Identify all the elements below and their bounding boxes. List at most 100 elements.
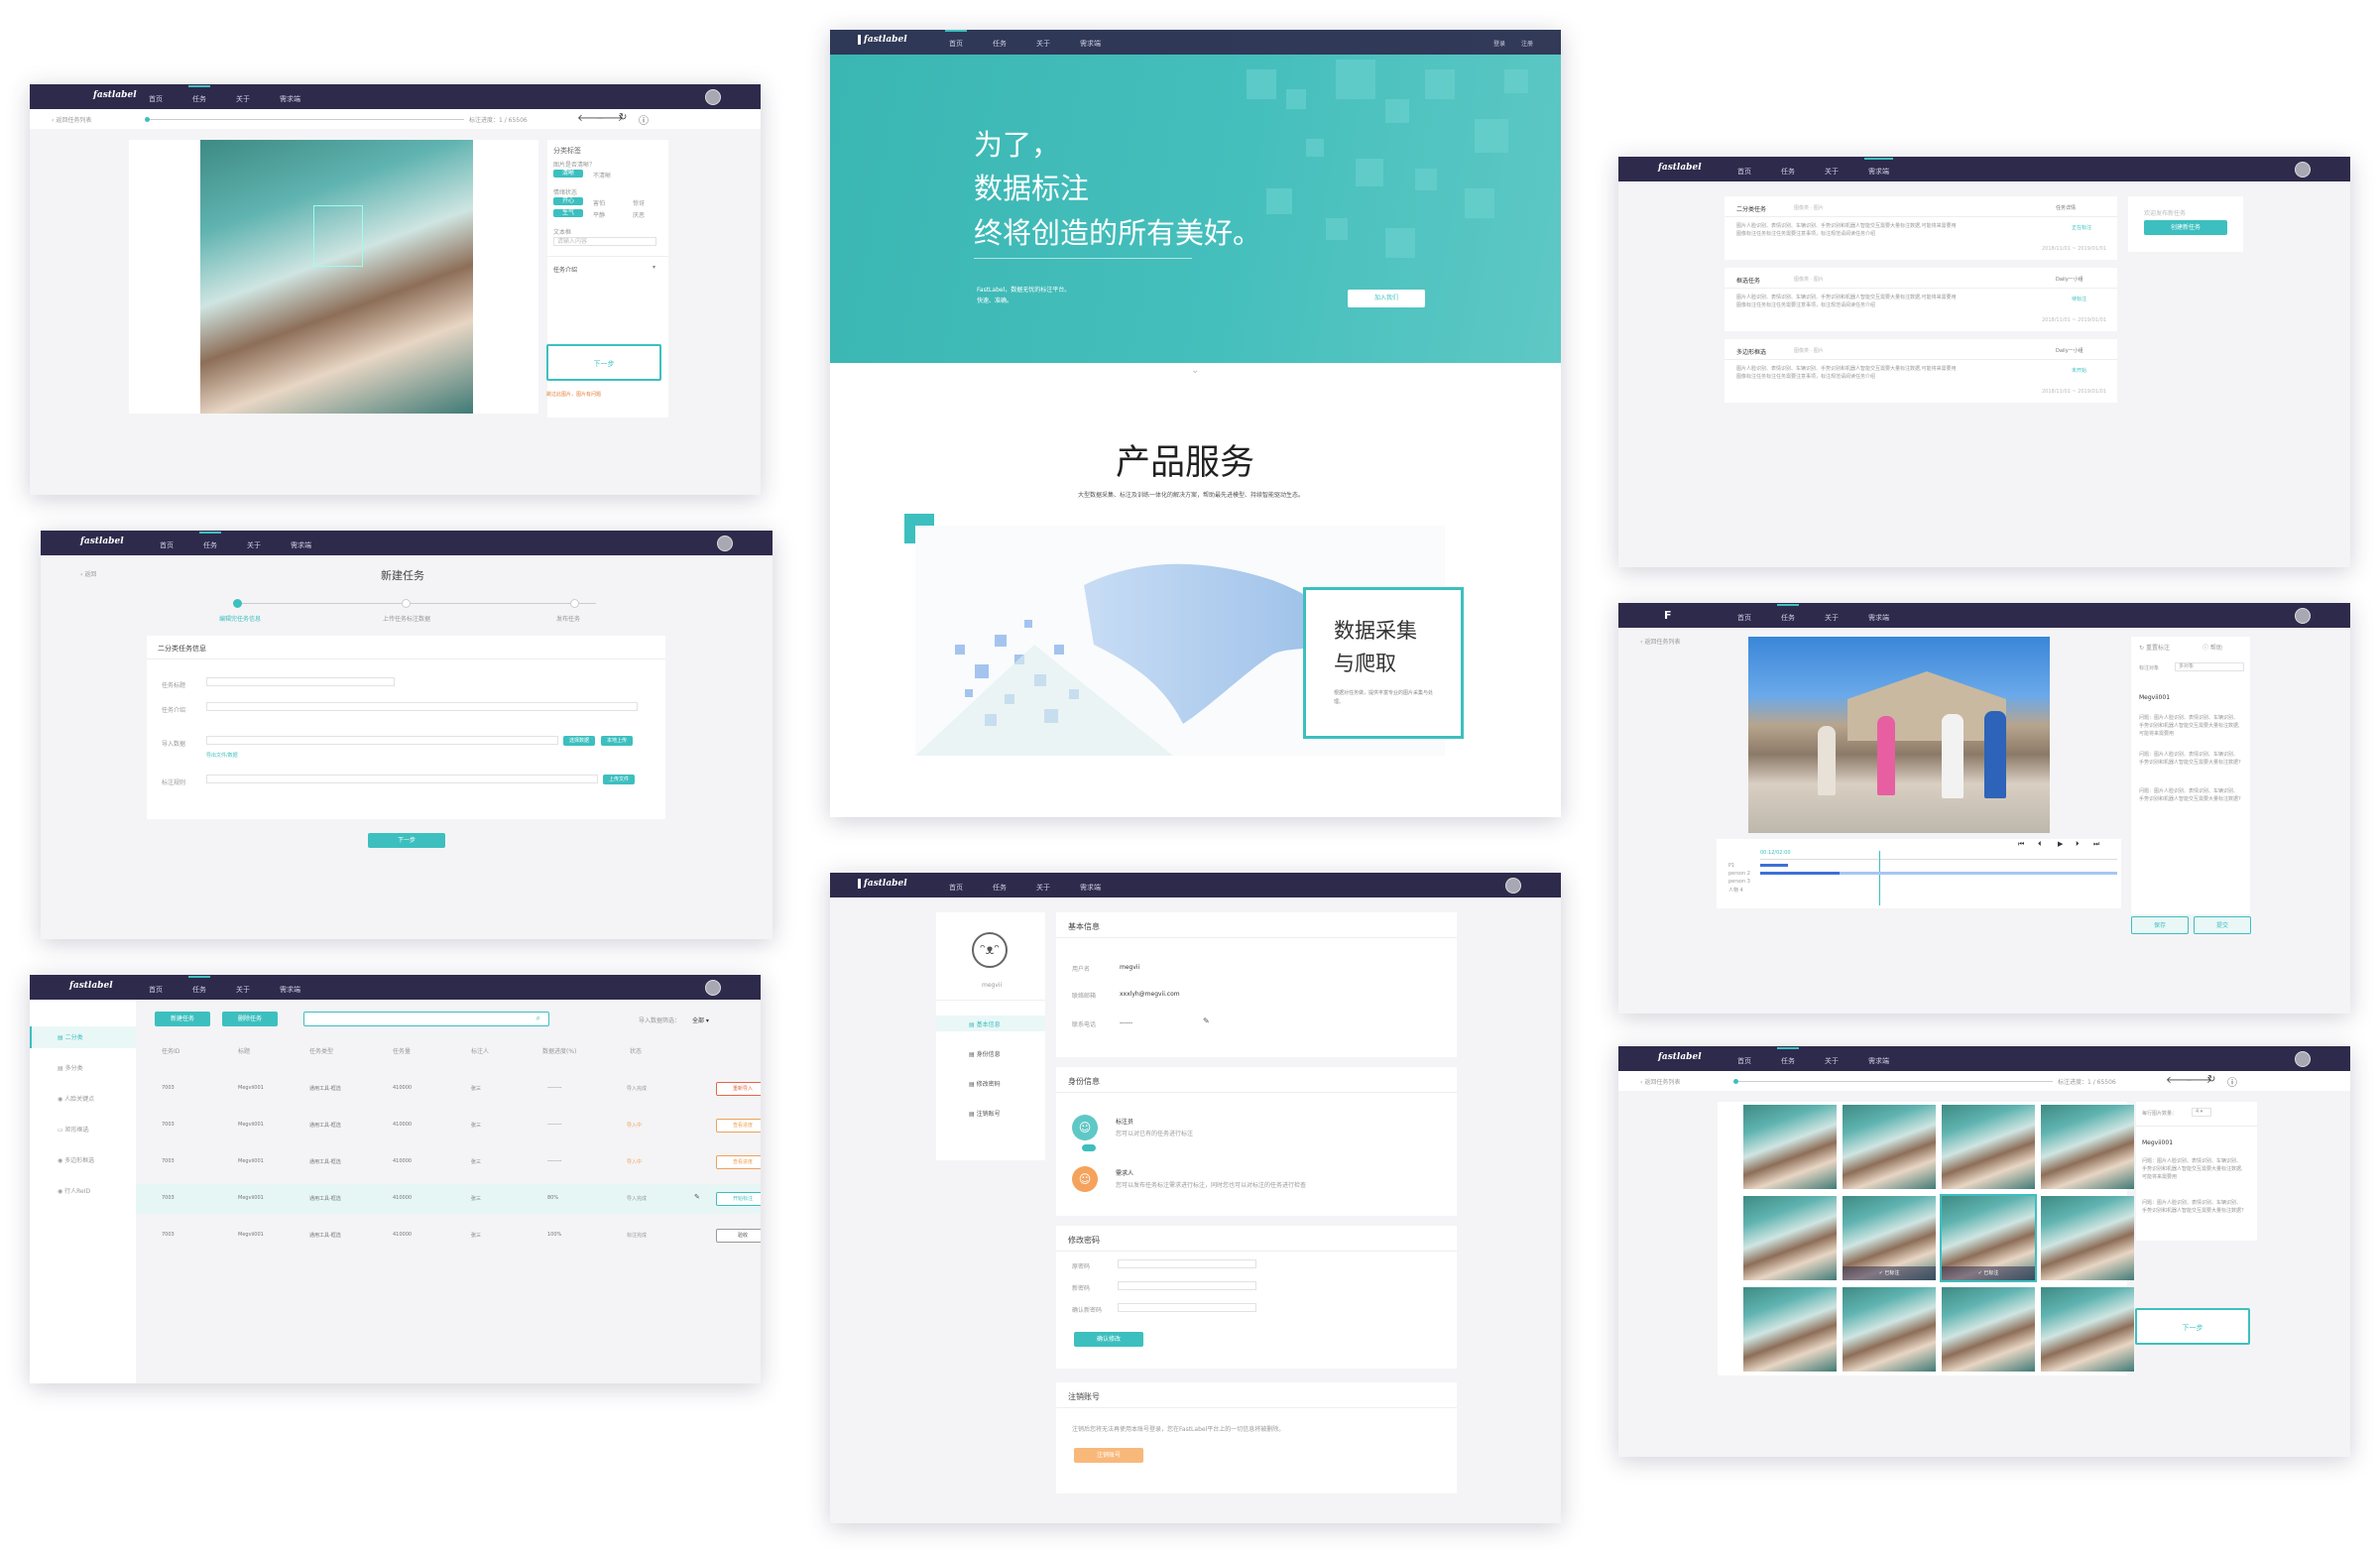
row-action-button[interactable]: 验收 (716, 1229, 761, 1243)
nav-demand[interactable]: 需求端 (1868, 1056, 1889, 1066)
person-4[interactable] (1984, 711, 2006, 798)
table-row[interactable]: 7003 Megvii001 通用工具-框选 410000 张三 80% 导入完成 ✎ 开始标注 (136, 1184, 761, 1214)
row-action-button[interactable]: 重新导入 (716, 1082, 761, 1096)
submit-button[interactable]: 提交 (2194, 916, 2251, 934)
task-intro[interactable]: 任务介绍 (553, 265, 577, 274)
cancel-account-button[interactable]: 注销账号 (1074, 1448, 1143, 1463)
join-button[interactable]: 加入我们 (1348, 290, 1425, 307)
opt-angry[interactable]: 生气 (553, 209, 583, 217)
row-action-button[interactable]: 查看进度 (716, 1119, 761, 1133)
table-row[interactable]: 7003 Megvii001 通用工具-框选 410000 张三 -------- 导入中 查… (136, 1111, 761, 1140)
play-icon[interactable]: ▶ (2058, 840, 2063, 848)
table-row[interactable]: 7003 Megvii001 通用工具-框选 410000 张三 -------- 导入完成… (136, 1074, 761, 1104)
new-task-button[interactable]: 新建任务 (155, 1012, 210, 1026)
grid-image[interactable] (2041, 1287, 2134, 1372)
nav-home[interactable]: 首页 (945, 30, 967, 49)
track-1-bar[interactable] (1760, 864, 1788, 867)
avatar[interactable] (2295, 162, 2311, 178)
sidebar-item-face[interactable]: ◉ 人脸关键点 (58, 1094, 94, 1103)
nav-task[interactable]: 任务 (199, 532, 221, 550)
nav-about[interactable]: 关于 (1036, 39, 1050, 49)
grid-image[interactable] (2041, 1105, 2134, 1189)
help-icon[interactable]: ⓘ (639, 112, 649, 127)
chevron-down-icon[interactable]: ▾ (653, 264, 655, 271)
row-action-button[interactable]: 查看进度 (716, 1155, 761, 1169)
menu-identity[interactable]: ▤ 身份信息 (969, 1049, 1001, 1058)
nav-home[interactable]: 首页 (160, 540, 174, 550)
rewind-icon[interactable]: ⏮ (2018, 840, 2024, 849)
person-1[interactable] (1818, 726, 1836, 795)
nav-demand[interactable]: 需求端 (1080, 883, 1101, 893)
opt-unclear[interactable]: 不清晰 (593, 171, 611, 179)
nav-home[interactable]: 首页 (1737, 613, 1751, 623)
row-action-button[interactable]: 开始标注 (716, 1192, 761, 1206)
task-card[interactable]: 框选任务 图像类 · 图片 Daily一小组 图片人脸识别、表情识别、车辆识别、手势识… (1725, 268, 2117, 331)
progress-handle[interactable] (145, 117, 150, 122)
title-input[interactable] (206, 677, 395, 686)
nav-task[interactable]: 任务 (993, 39, 1007, 49)
back-link[interactable]: ‹ 返回任务列表 (1640, 1077, 1680, 1086)
opt-clear[interactable]: 清晰 (553, 170, 583, 178)
grid-image[interactable] (1942, 1105, 2035, 1189)
refresh-icon[interactable]: ↻ (2207, 1074, 2215, 1085)
nav-home[interactable]: 首页 (149, 94, 163, 104)
grid-image[interactable] (1743, 1287, 1837, 1372)
avatar[interactable] (2295, 1051, 2311, 1067)
per-row-select[interactable]: 4 ▾ (2192, 1108, 2211, 1117)
opt-fear[interactable]: 害怕 (593, 198, 605, 207)
sidebar-item-rect[interactable]: ▭ 矩形框选 (58, 1125, 89, 1134)
nav-about[interactable]: 关于 (1825, 1056, 1839, 1066)
nav-demand[interactable]: 需求端 (1868, 613, 1889, 623)
avatar[interactable] (2295, 608, 2311, 624)
register-link[interactable]: 注册 (1521, 39, 1533, 48)
nav-about[interactable]: 关于 (247, 540, 261, 550)
chevron-down-icon[interactable]: ⌄ (1191, 365, 1199, 376)
nav-task[interactable]: 任务 (1781, 167, 1795, 177)
progress-handle[interactable] (1733, 1079, 1738, 1084)
save-button[interactable]: 保存 (2131, 916, 2189, 934)
create-task-button[interactable]: 创建新任务 (2144, 220, 2227, 235)
grid-image[interactable] (1843, 1105, 1936, 1189)
sidebar-item-reid[interactable]: ◉ 行人ReID (58, 1186, 90, 1195)
old-pwd-input[interactable] (1118, 1259, 1256, 1268)
grid-image[interactable] (2041, 1196, 2134, 1280)
skip-link[interactable]: 跳过此图片，图片有问题 (546, 391, 601, 398)
nav-about[interactable]: 关于 (1825, 613, 1839, 623)
rule-input[interactable] (206, 775, 598, 783)
refresh-icon[interactable]: ↻ (619, 112, 627, 123)
grid-image[interactable]: ✓ 已标注 (1940, 1194, 2037, 1282)
track-2-active[interactable] (1760, 872, 1840, 875)
nav-about[interactable]: 关于 (1036, 883, 1050, 893)
opt-calm[interactable]: 平静 (593, 210, 605, 219)
search-input[interactable]: ⌕ (303, 1012, 549, 1026)
next-button[interactable]: 下一步 (546, 344, 661, 381)
opt-happy[interactable]: 开心 (553, 197, 583, 205)
choose-data-button[interactable]: 选择数据 (563, 736, 595, 746)
nav-demand[interactable]: 需求端 (1864, 158, 1893, 177)
data-input[interactable] (206, 736, 558, 745)
back-link[interactable]: ‹ 返回 (80, 569, 96, 578)
nav-demand[interactable]: 需求端 (280, 985, 300, 995)
nav-home[interactable]: 首页 (1737, 167, 1751, 177)
nav-home[interactable]: 首页 (149, 985, 163, 995)
labeler-toggle[interactable] (1082, 1144, 1096, 1151)
menu-password[interactable]: ▤ 修改密码 (969, 1079, 1001, 1088)
delete-task-button[interactable]: 删除任务 (222, 1012, 278, 1026)
grid-image[interactable] (1743, 1105, 1837, 1189)
prev-frame-icon[interactable]: ⏴ (2038, 840, 2042, 849)
nav-about[interactable]: 关于 (236, 985, 250, 995)
sidebar-item-polygon[interactable]: ◉ 多边形框选 (58, 1155, 94, 1164)
table-row[interactable]: 7003 Megvii001 通用工具-框选 410000 张三 -------- 导入中 查… (136, 1147, 761, 1177)
intro-input[interactable] (206, 702, 638, 711)
opt-surprise[interactable]: 惊讶 (633, 198, 645, 207)
confirm-pwd-button[interactable]: 确认修改 (1074, 1332, 1143, 1347)
progress-slider[interactable] (147, 119, 464, 120)
upload-file-button[interactable]: 上传文件 (603, 775, 635, 784)
forward-icon[interactable]: ⏭ (2093, 840, 2099, 849)
next-button[interactable]: 下一步 (368, 833, 445, 848)
person-3[interactable] (1942, 714, 1964, 798)
avatar[interactable] (705, 980, 721, 996)
face-box[interactable] (313, 205, 363, 267)
edit-icon[interactable]: ✎ (694, 1193, 700, 1201)
login-link[interactable]: 登录 (1493, 39, 1505, 48)
